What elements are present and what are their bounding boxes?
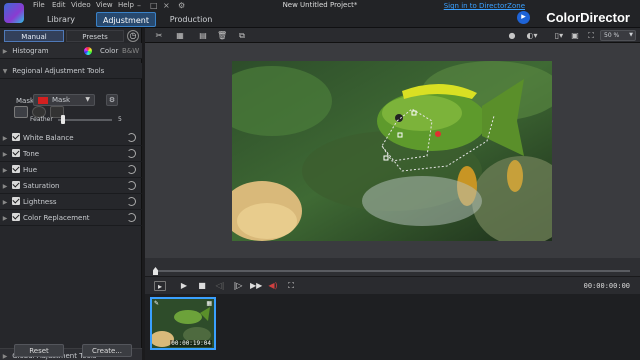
signin-link[interactable]: Sign in to DirectorZone (444, 2, 525, 10)
circle-view-icon[interactable]: ● (507, 31, 517, 40)
adjustment-row[interactable]: ▶ Lightness (0, 194, 142, 210)
fullscreen-icon[interactable]: ⛶ (586, 31, 596, 40)
split-view-icon[interactable]: ▯▾ (550, 31, 568, 40)
zoom-value: 50 % (604, 32, 620, 39)
mask-settings-icon[interactable]: ⚙ (106, 94, 118, 106)
adjustment-panel: Manual Presets ◷ ▶ Histogram Color B&W ▼… (0, 28, 142, 360)
enable-checkbox[interactable] (12, 213, 20, 221)
chevron-down-icon: ▼ (629, 32, 633, 38)
stop-icon[interactable]: ■ (196, 281, 208, 291)
film-icon[interactable]: ▤ (198, 31, 208, 40)
mask-color-swatch (38, 97, 48, 104)
feather-slider-handle[interactable] (61, 115, 65, 124)
feather-value: 5 (118, 116, 122, 123)
color-wheel-icon (84, 47, 92, 55)
mask-label: Mask (16, 97, 35, 105)
create-button[interactable]: Create... (82, 344, 132, 357)
adjustment-label: Hue (23, 166, 38, 174)
compare-view-icon[interactable]: ◐▾ (522, 31, 542, 40)
mask-dropdown[interactable]: Mask ▼ (33, 94, 95, 106)
adjustment-label: Tone (23, 150, 40, 158)
timecode: 00:00:00:00 (583, 282, 630, 290)
adjustment-label: White Balance (23, 134, 74, 142)
regional-tools-label: Regional Adjustment Tools (12, 67, 105, 75)
photo-view-icon[interactable]: ▣ (570, 31, 580, 40)
colordirector-logo-icon: ▸ (517, 11, 530, 24)
adjustment-label: Saturation (23, 182, 60, 190)
preview-toolbar: ✂ ▦ ▤ 🗑 ⧉ ● ◐▾ ▯▾ ▣ ⛶ 50 % ▼ (145, 28, 640, 43)
enable-checkbox[interactable] (12, 165, 20, 173)
fast-forward-icon[interactable]: ▶▶ (250, 281, 262, 291)
reset-button[interactable]: Reset (14, 344, 64, 357)
adjustment-label: Lightness (23, 198, 57, 206)
subtab-presets[interactable]: Presets (66, 30, 124, 42)
preview-image[interactable] (232, 61, 552, 241)
collapse-icon: ▼ (2, 68, 8, 75)
brush-tool-icon[interactable] (14, 106, 28, 118)
expand-icon[interactable]: ▶ (0, 179, 10, 195)
adjustment-row[interactable]: ▶ Tone (0, 146, 142, 162)
adjustment-row[interactable]: ▶ Hue (0, 162, 142, 178)
regional-tools-header[interactable]: ▼ Regional Adjustment Tools (0, 63, 142, 79)
adjustment-row[interactable]: ▶ Color Replacement (0, 210, 142, 226)
adjustment-label: Color Replacement (23, 214, 90, 222)
enable-checkbox[interactable] (12, 181, 20, 189)
expand-icon: ▶ (2, 353, 8, 360)
reset-arrow-icon[interactable] (127, 165, 136, 174)
media-tray (145, 294, 640, 360)
clip-thumbnail[interactable]: ✎ ▦ 00:00:19:04 (150, 297, 216, 350)
chevron-down-icon: ▼ (85, 96, 90, 103)
histogram-label: Histogram (12, 47, 49, 55)
tab-adjustment[interactable]: Adjustment (96, 12, 156, 27)
reset-arrow-icon[interactable] (127, 197, 136, 206)
adjustment-row[interactable]: ▶ White Balance (0, 130, 142, 146)
timeline-scrubber[interactable] (145, 258, 640, 276)
edited-pencil-icon: ✎ (154, 300, 160, 307)
bw-mode-label[interactable]: B&W (122, 43, 139, 59)
filmstrip-icon[interactable]: ▦ (175, 31, 185, 40)
title-bar: File Edit Video View Help – □ × ⚙ New Un… (0, 0, 640, 28)
expand-icon: ▶ (2, 48, 8, 55)
play-icon[interactable]: ▶ (178, 281, 190, 291)
reset-arrow-icon[interactable] (127, 133, 136, 142)
expand-icon[interactable]: ▶ (0, 163, 10, 179)
feather-label: Feather (30, 116, 53, 123)
history-icon[interactable]: ◷ (127, 30, 139, 42)
expand-icon[interactable]: ▶ (0, 147, 10, 163)
snapshot-capture-icon[interactable]: ⛶ (285, 281, 297, 291)
next-frame-icon[interactable]: |▷ (232, 281, 244, 291)
project-title: New Untitled Project* (282, 1, 358, 9)
reset-arrow-icon[interactable] (127, 149, 136, 158)
clip-type-icon: ▦ (206, 300, 212, 307)
expand-icon[interactable]: ▶ (0, 195, 10, 211)
playback-controls: ▸ ▶ ■ ◁| |▷ ▶▶ ◀) ⛶ 00:00:00:00 (145, 276, 640, 294)
color-mode-label[interactable]: Color (100, 43, 118, 59)
expand-icon[interactable]: ▶ (0, 131, 10, 147)
feather-slider[interactable] (58, 119, 112, 121)
histogram-row[interactable]: ▶ Histogram Color B&W (0, 43, 142, 59)
enable-checkbox[interactable] (12, 197, 20, 205)
subtab-manual[interactable]: Manual (4, 30, 64, 42)
scrubber-track[interactable] (155, 270, 630, 272)
previous-frame-icon[interactable]: ◁| (214, 281, 226, 291)
snapshot-icon[interactable]: ⧉ (237, 31, 247, 40)
preview-mode-icon[interactable]: ▸ (154, 281, 166, 291)
cut-icon[interactable]: ✂ (154, 31, 164, 40)
fish-scene-illustration (232, 61, 552, 241)
reset-arrow-icon[interactable] (127, 181, 136, 190)
expand-icon[interactable]: ▶ (0, 211, 10, 227)
clip-duration: 00:00:19:04 (170, 340, 212, 347)
tab-library[interactable]: Library (36, 12, 86, 27)
brand-name: ColorDirector (546, 10, 630, 25)
playhead-handle[interactable] (153, 267, 158, 275)
reset-arrow-icon[interactable] (127, 213, 136, 222)
enable-checkbox[interactable] (12, 133, 20, 141)
adjustment-row[interactable]: ▶ Saturation (0, 178, 142, 194)
delete-icon[interactable]: 🗑 (217, 31, 227, 40)
zoom-dropdown[interactable]: 50 % ▼ (600, 30, 636, 41)
enable-checkbox[interactable] (12, 149, 20, 157)
volume-icon[interactable]: ◀) (267, 281, 279, 291)
tab-production[interactable]: Production (164, 12, 218, 27)
mask-dropdown-value: Mask (52, 96, 71, 104)
